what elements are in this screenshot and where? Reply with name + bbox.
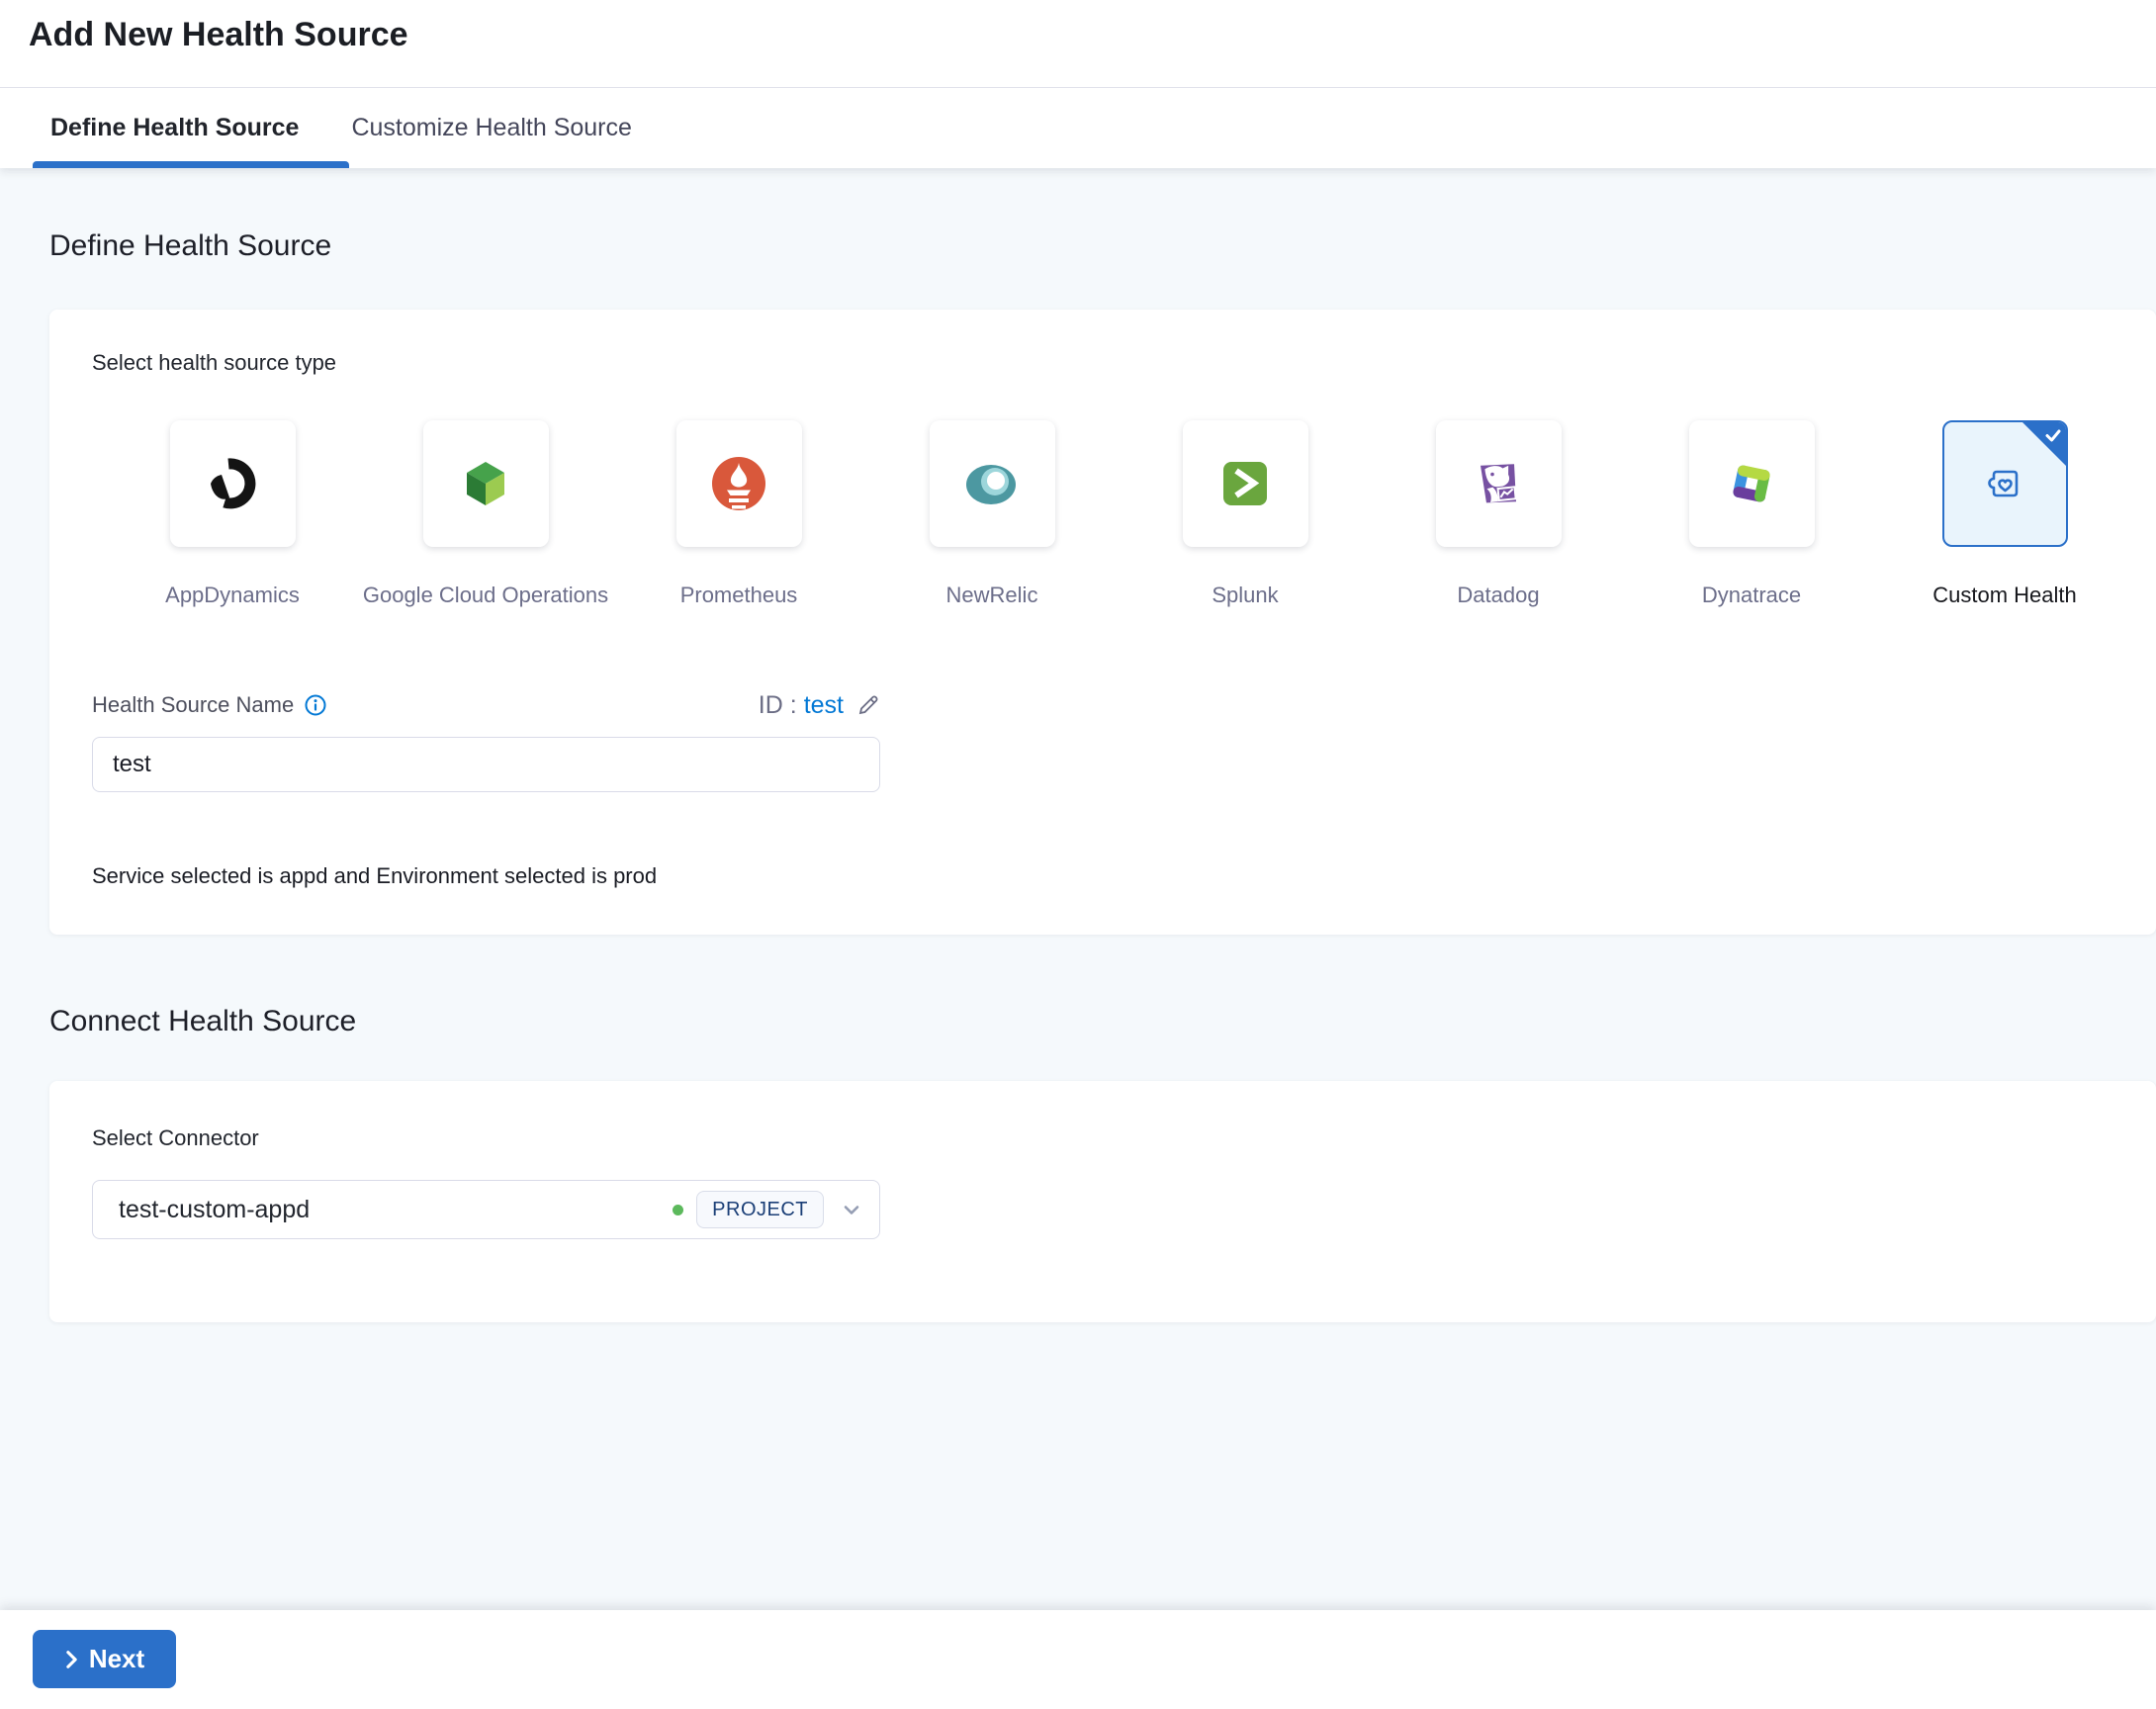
health-source-option-splunk: Splunk: [1119, 420, 1372, 609]
health-source-name-row: Health Source Name: [92, 689, 327, 721]
next-button-label: Next: [88, 1644, 145, 1673]
define-section-heading: Define Health Source: [49, 229, 332, 262]
health-source-tile-label: Custom Health: [1932, 583, 2077, 607]
tab-define-health-source[interactable]: Define Health Source: [33, 88, 316, 168]
connect-section-heading: Connect Health Source: [49, 1005, 357, 1037]
health-source-name-input[interactable]: [92, 737, 880, 792]
dynatrace-icon: [1720, 452, 1783, 515]
health-source-tile-label: NewRelic: [945, 583, 1038, 607]
health-source-type-list: AppDynamics Google Cloud Operations Promet…: [106, 420, 2131, 609]
dialog-footer: Next: [0, 1610, 2156, 1709]
health-source-name-label: Health Source Name: [92, 692, 295, 717]
dialog-title: Add New Health Source: [29, 16, 408, 53]
dialog-header: Add New Health Source Define Health Sour…: [0, 0, 2156, 168]
health-source-tile-label: Prometheus: [679, 583, 798, 607]
health-source-tile-label: Dynatrace: [1701, 583, 1802, 607]
health-source-tile-datadog[interactable]: [1435, 420, 1562, 547]
active-tab-indicator: [33, 161, 349, 168]
id-label: ID: [758, 690, 783, 719]
health-source-tile-custom-health[interactable]: [1941, 420, 2068, 547]
health-source-tile-dynatrace[interactable]: [1688, 420, 1815, 547]
connector-status-dot: [673, 1204, 684, 1215]
health-source-option-prometheus: Prometheus: [612, 420, 865, 609]
newrelic-icon: [960, 452, 1024, 515]
next-button[interactable]: Next: [33, 1630, 176, 1688]
health-source-option-newrelic: NewRelic: [865, 420, 1119, 609]
google-cloud-operations-icon: [454, 452, 517, 515]
health-source-tile-splunk[interactable]: [1182, 420, 1308, 547]
select-health-source-type-label: Select health source type: [92, 350, 337, 375]
health-source-option-google-cloud-operations: Google Cloud Operations: [359, 420, 612, 609]
select-connector-label: Select Connector: [92, 1125, 259, 1150]
check-icon: [2043, 425, 2063, 445]
tab-customize-health-source[interactable]: Customize Health Source: [333, 88, 649, 168]
health-source-tile-google-cloud-operations[interactable]: [422, 420, 549, 547]
prometheus-icon: [707, 452, 770, 515]
tab-bar: Define Health Source Customize Health So…: [0, 88, 2156, 168]
health-source-tile-label: Datadog: [1457, 583, 1540, 607]
service-environment-note: Service selected is appd and Environment…: [92, 863, 658, 888]
health-source-id-row: ID : test: [759, 689, 880, 721]
connect-health-source-card: Select Connector test-custom-appd PROJEC…: [49, 1081, 2156, 1322]
health-source-tile-label: Google Cloud Operations: [362, 583, 609, 607]
health-source-tile-label: AppDynamics: [165, 583, 300, 607]
connector-scope-badge: PROJECT: [696, 1191, 824, 1228]
id-value: test: [803, 690, 844, 719]
health-source-tile-prometheus[interactable]: [675, 420, 802, 547]
health-source-tile-appdynamics[interactable]: [169, 420, 296, 547]
datadog-icon: [1467, 452, 1530, 515]
connector-select[interactable]: test-custom-appd PROJECT: [92, 1180, 880, 1239]
chevron-right-icon: [64, 1649, 79, 1670]
id-separator: :: [789, 690, 797, 719]
define-health-source-card: Select health source type AppDynamics Goo…: [49, 310, 2156, 935]
info-icon[interactable]: [304, 693, 327, 717]
splunk-icon: [1213, 452, 1277, 515]
chevron-down-icon: [840, 1198, 863, 1221]
health-source-option-datadog: Datadog: [1372, 420, 1625, 609]
edit-pencil-icon[interactable]: [856, 693, 880, 717]
health-source-option-dynatrace: Dynatrace: [1625, 420, 1878, 609]
health-source-tile-newrelic[interactable]: [929, 420, 1055, 547]
add-health-source-dialog: Add New Health Source Define Health Sour…: [0, 0, 2156, 1709]
health-source-tile-label: Splunk: [1212, 583, 1279, 607]
connector-right-group: PROJECT: [673, 1191, 863, 1228]
health-source-option-appdynamics: AppDynamics: [106, 420, 359, 609]
health-source-option-custom-health: Custom Health: [1878, 420, 2131, 609]
connector-value: test-custom-appd: [119, 1195, 311, 1223]
appdynamics-icon: [201, 452, 264, 515]
